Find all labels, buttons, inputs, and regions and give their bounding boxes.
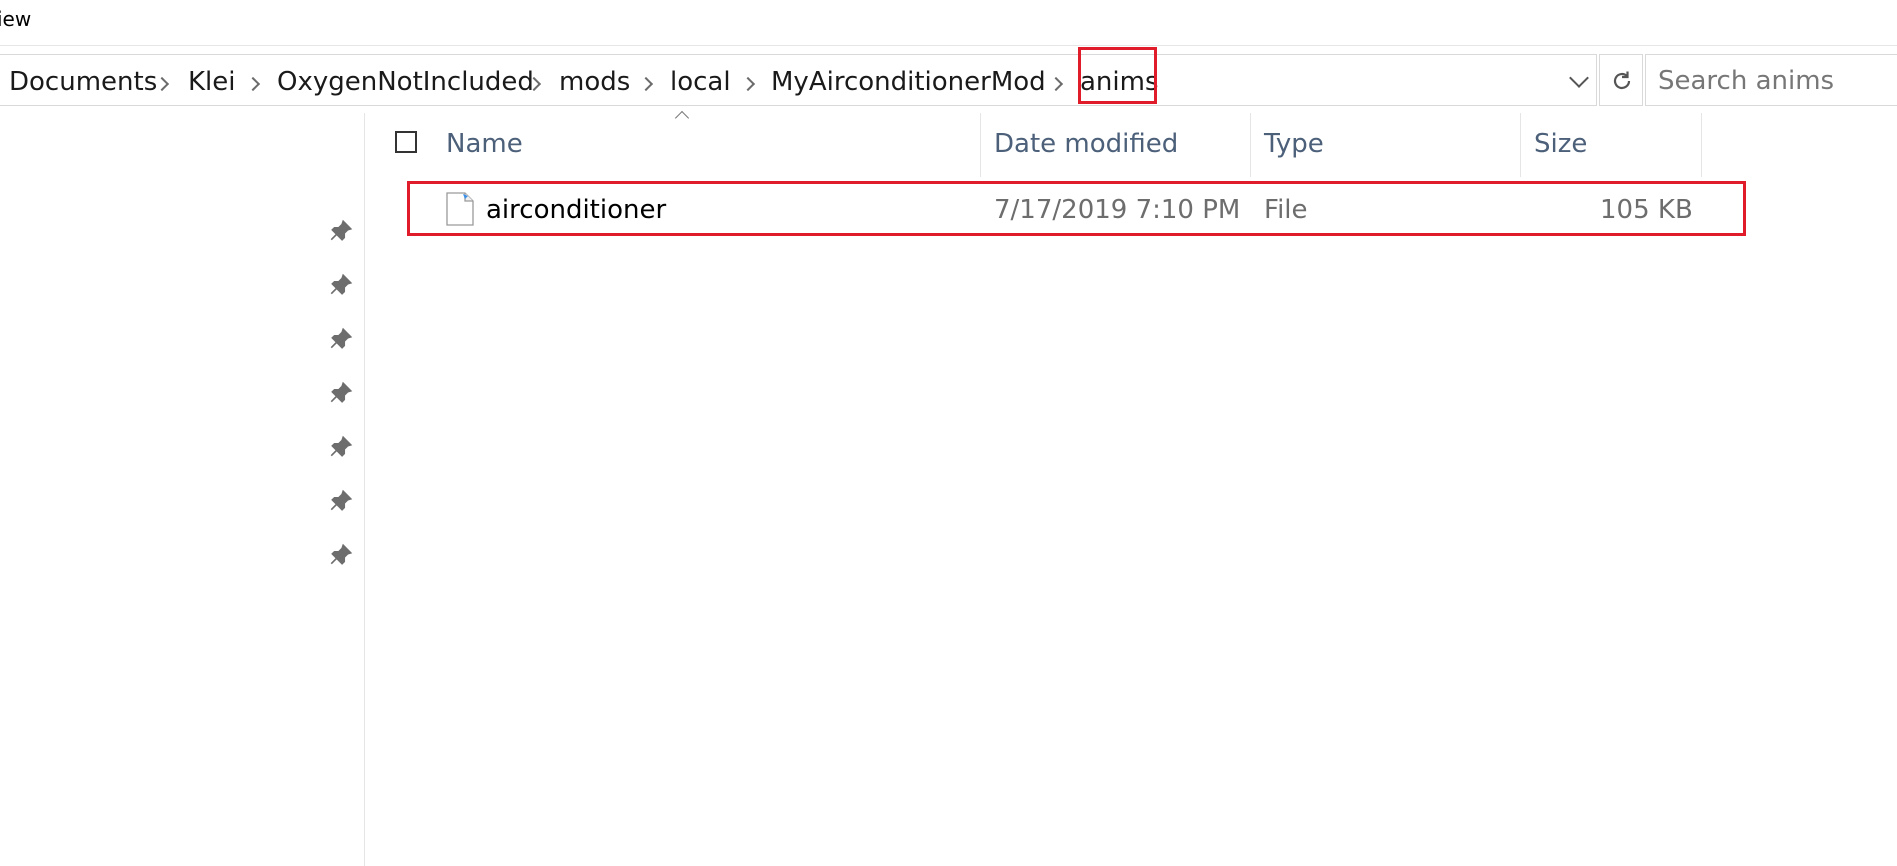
breadcrumb-local[interactable]: local (670, 67, 731, 97)
breadcrumb-klei[interactable]: Klei (188, 67, 236, 97)
file-icon (446, 192, 474, 226)
column-header-date-modified[interactable]: Date modified (981, 113, 1251, 177)
pin-icon[interactable] (328, 380, 354, 406)
breadcrumb-mods[interactable]: mods (559, 67, 630, 97)
address-bar[interactable]: Documents Klei OxygenNotIncluded mods lo… (0, 54, 1597, 106)
pin-icon[interactable] (328, 218, 354, 244)
ribbon-tab-view[interactable]: iew (0, 7, 31, 31)
refresh-button[interactable] (1599, 54, 1643, 106)
column-header-size[interactable]: Size (1521, 113, 1702, 177)
search-box[interactable] (1645, 54, 1897, 106)
breadcrumb-separator-icon[interactable] (740, 76, 756, 92)
file-row-airconditioner[interactable]: airconditioner 7/17/2019 7:10 PM File 10… (408, 182, 1748, 236)
pin-icon[interactable] (328, 272, 354, 298)
navigation-pane[interactable] (0, 113, 365, 866)
ribbon-divider (0, 45, 1897, 46)
address-history-chevron-down-icon[interactable] (1569, 68, 1589, 88)
column-header-type[interactable]: Type (1251, 113, 1521, 177)
search-input[interactable] (1656, 65, 1897, 97)
breadcrumb-anims[interactable]: anims (1080, 67, 1159, 97)
column-name-label: Name (446, 129, 523, 159)
breadcrumb-separator-icon[interactable] (245, 76, 261, 92)
column-header-name[interactable]: Name (436, 113, 981, 177)
pin-icon[interactable] (328, 542, 354, 568)
column-date-label: Date modified (994, 129, 1179, 159)
breadcrumb-oxygennotincluded[interactable]: OxygenNotIncluded (277, 67, 534, 97)
file-size: 105 KB (1600, 195, 1693, 225)
pin-icon[interactable] (328, 488, 354, 514)
pin-icon[interactable] (328, 326, 354, 352)
file-type: File (1264, 195, 1308, 225)
breadcrumb-myairconditionermod[interactable]: MyAirconditionerMod (771, 67, 1046, 97)
breadcrumb-separator-icon[interactable] (638, 76, 654, 92)
file-date-modified: 7/17/2019 7:10 PM (994, 195, 1241, 225)
column-type-label: Type (1264, 129, 1324, 159)
column-size-label: Size (1534, 129, 1588, 159)
refresh-icon (1613, 71, 1631, 90)
pin-icon[interactable] (328, 434, 354, 460)
breadcrumb-documents[interactable]: Documents (9, 67, 157, 97)
breadcrumb-separator-icon[interactable] (1048, 76, 1064, 92)
select-all-checkbox[interactable] (395, 131, 417, 153)
file-name[interactable]: airconditioner (486, 195, 666, 225)
